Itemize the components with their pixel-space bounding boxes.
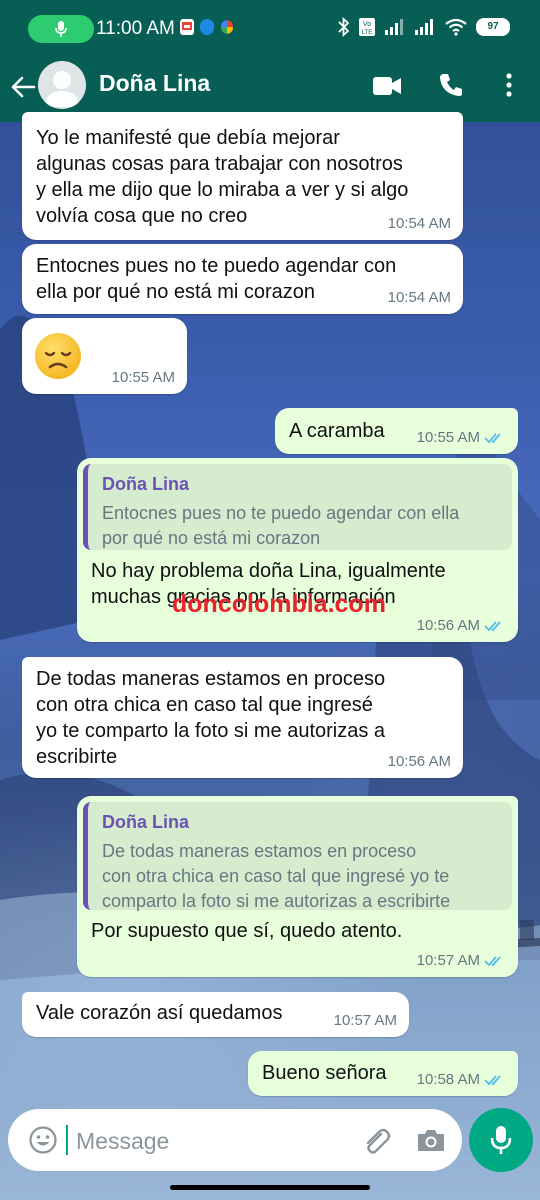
message-text-line: Por supuesto que sí, quedo atento. xyxy=(91,920,403,942)
quoted-sender-name: Doña Lina xyxy=(102,812,190,832)
photos-icon xyxy=(221,20,233,34)
watermark-part: .com xyxy=(327,590,386,618)
message-time: 10:57 AM xyxy=(334,1012,397,1029)
watermark-part: don xyxy=(172,590,218,618)
quoted-text-line: comparto la foto si me autorizas a escri… xyxy=(102,891,451,911)
message-time-text: 10:56 AM xyxy=(387,753,451,770)
message-text-line: A caramba xyxy=(289,420,385,442)
message-time-text: 10:56 AM xyxy=(416,617,480,634)
quoted-message[interactable]: Doña Lina Entocnes pues no te puedo agen… xyxy=(83,464,512,550)
message-bubble-incoming[interactable]: Yo le manifesté que debía mejorar alguna… xyxy=(22,112,463,240)
message-time: 10:58 AM xyxy=(417,1071,506,1088)
mic-icon xyxy=(490,1126,512,1154)
more-vert-icon[interactable] xyxy=(502,71,516,99)
bluetooth-icon xyxy=(338,17,350,37)
message-time: 10:55 AM xyxy=(112,369,175,386)
emoji-icon[interactable] xyxy=(28,1125,58,1155)
message-text-line: yo te comparto la foto si me autorizas a xyxy=(36,720,386,742)
message-text-line: Vale corazón así quedamos xyxy=(36,1002,283,1024)
message-bubble-incoming[interactable]: Entocnes pues no te puedo agendar con el… xyxy=(22,244,463,314)
message-input[interactable] xyxy=(74,1121,348,1161)
message-text-line: volvía cosa que no creo xyxy=(36,205,248,227)
attach-icon[interactable] xyxy=(360,1125,392,1157)
video-call-icon[interactable] xyxy=(372,75,402,97)
voice-call-icon[interactable] xyxy=(438,72,464,98)
message-text-line: Entocnes pues no te puedo agendar con xyxy=(36,255,397,277)
quoted-text-line: por qué no está mi corazon xyxy=(102,528,321,548)
message-time: 10:56 AM xyxy=(417,617,506,634)
message-time-text: 10:54 AM xyxy=(387,289,451,306)
message-bubble-incoming[interactable]: 10:55 AM xyxy=(22,318,187,394)
read-ticks-icon xyxy=(484,432,501,443)
message-time: 10:56 AM xyxy=(388,753,451,770)
voice-record-button[interactable] xyxy=(469,1108,533,1172)
signal-icon-2 xyxy=(415,19,433,35)
sad-face-icon xyxy=(44,351,72,369)
message-bubble-outgoing[interactable]: Bueno señora 10:58 AM xyxy=(248,1051,518,1096)
svg-text:Vo: Vo xyxy=(363,21,371,28)
read-ticks-icon xyxy=(484,620,501,631)
avatar[interactable] xyxy=(38,61,86,109)
back-arrow-icon[interactable] xyxy=(10,74,36,100)
message-text-line: De todas maneras estamos en proceso xyxy=(36,668,386,690)
battery-icon: 97 xyxy=(476,18,510,36)
message-time-text: 10:55 AM xyxy=(111,369,175,386)
message-text-line: con otra chica en caso tal que ingresé xyxy=(36,694,373,716)
message-text-line: y ella me dijo que lo miraba a ver y si … xyxy=(36,179,409,201)
message-bubble-outgoing[interactable]: A caramba 10:55 AM xyxy=(275,408,518,454)
avatar-icon xyxy=(44,71,80,107)
message-bubble-outgoing[interactable]: Doña Lina De todas maneras estamos en pr… xyxy=(77,796,518,977)
message-text-line: escribirte xyxy=(36,746,118,768)
quoted-text-line: con otra chica en caso tal que ingresé y… xyxy=(102,866,450,886)
message-time-text: 10:55 AM xyxy=(416,429,480,446)
contact-name[interactable]: Doña Lina xyxy=(99,70,210,97)
message-time: 10:55 AM xyxy=(417,429,506,446)
message-time-text: 10:57 AM xyxy=(416,952,480,969)
message-text-line: ella por qué no está mi corazon xyxy=(36,281,316,303)
message-time-text: 10:54 AM xyxy=(387,215,451,232)
message-text-line: algunas cosas para trabajar con nosotros xyxy=(36,153,403,175)
message-time: 10:54 AM xyxy=(388,215,451,232)
volte-icon: Vo LTE xyxy=(359,18,375,36)
message-composer xyxy=(8,1109,462,1171)
quoted-sender-name: Doña Lina xyxy=(102,474,190,494)
wifi-icon xyxy=(445,18,467,36)
camera-icon[interactable] xyxy=(416,1126,446,1154)
message-time: 10:57 AM xyxy=(417,952,506,969)
text-cursor xyxy=(66,1125,68,1155)
quoted-message[interactable]: Doña Lina De todas maneras estamos en pr… xyxy=(83,802,512,911)
svg-text:LTE: LTE xyxy=(362,30,373,36)
status-time: 11:00 AM xyxy=(96,18,175,39)
active-mic-indicator[interactable] xyxy=(28,15,94,43)
message-time-text: 10:57 AM xyxy=(333,1012,397,1029)
message-text-line: Bueno señora xyxy=(262,1062,387,1084)
messenger-icon xyxy=(200,19,214,35)
gmail-icon xyxy=(180,19,194,35)
message-time-text: 10:58 AM xyxy=(416,1071,480,1088)
watermark-part: colombia xyxy=(217,590,328,618)
message-bubble-incoming[interactable]: De todas maneras estamos en proceso con … xyxy=(22,657,463,778)
status-bar: 11:00 AM Vo LTE 97 xyxy=(0,0,540,58)
quoted-text-line: De todas maneras estamos en proceso xyxy=(102,841,417,861)
message-text-line: No hay problema doña Lina, igualmente xyxy=(91,560,446,582)
read-ticks-icon xyxy=(484,955,501,966)
signal-icon xyxy=(385,19,403,35)
sad-emoji xyxy=(35,333,81,379)
read-ticks-icon xyxy=(484,1074,501,1085)
quoted-text-line: Entocnes pues no te puedo agendar con el… xyxy=(102,503,460,523)
message-bubble-incoming[interactable]: Vale corazón así quedamos 10:57 AM xyxy=(22,992,409,1037)
mic-icon xyxy=(55,21,67,37)
navigation-handle[interactable] xyxy=(170,1185,370,1190)
watermark: doncolombia.com xyxy=(172,590,386,619)
message-time: 10:54 AM xyxy=(388,289,451,306)
message-text-line: Yo le manifesté que debía mejorar xyxy=(36,127,340,149)
